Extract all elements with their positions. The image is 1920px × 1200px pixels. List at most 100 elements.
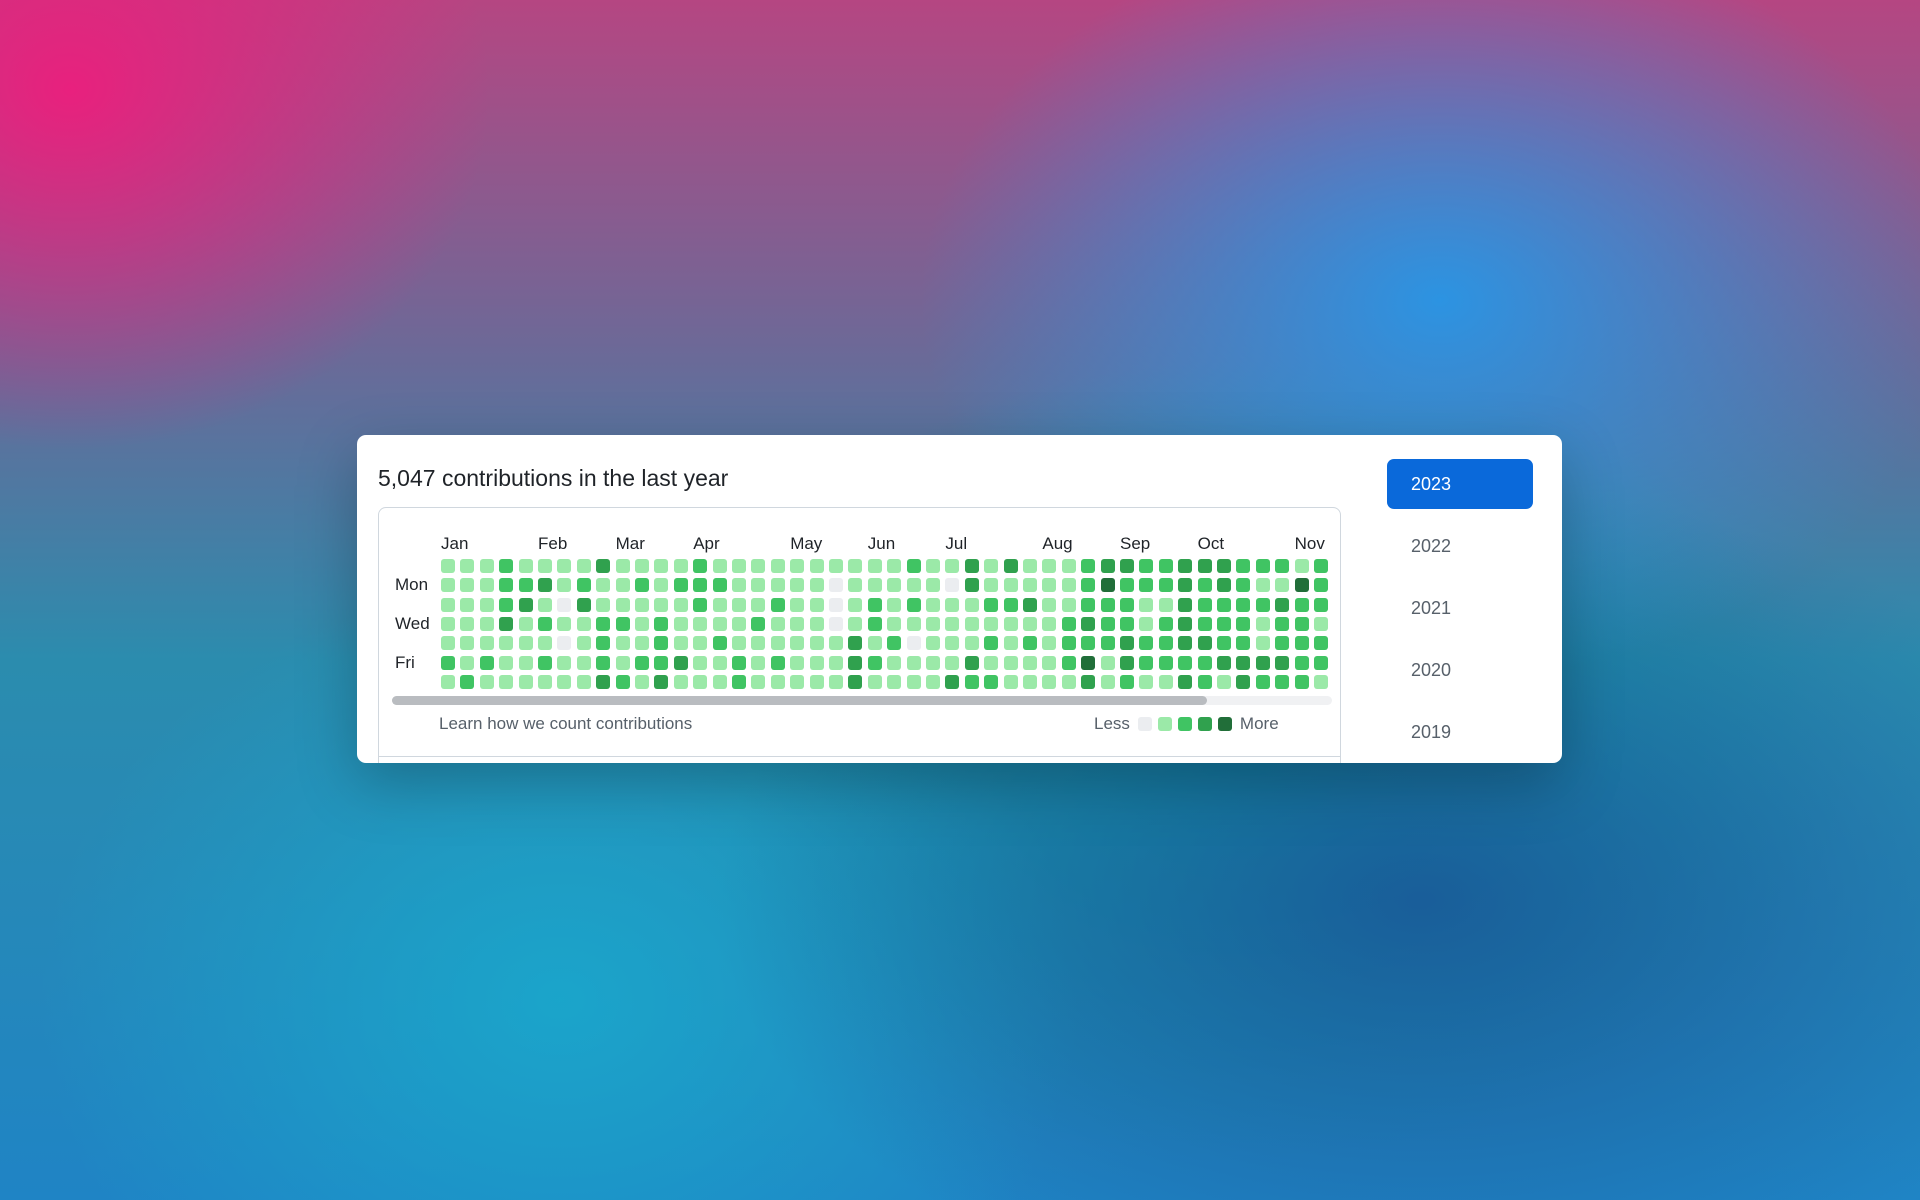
contribution-cell[interactable] — [1120, 674, 1134, 689]
contribution-cell[interactable] — [1061, 597, 1076, 612]
year-2021-button[interactable]: 2021 — [1387, 583, 1533, 633]
contribution-cell[interactable] — [1255, 559, 1270, 573]
contribution-cell[interactable] — [1023, 597, 1037, 612]
contribution-cell[interactable] — [1236, 636, 1251, 651]
contribution-cell[interactable] — [945, 655, 960, 670]
contribution-cell[interactable] — [635, 578, 649, 593]
contribution-cell[interactable] — [654, 597, 669, 612]
contribution-cell[interactable] — [693, 578, 708, 593]
contribution-cell[interactable] — [906, 597, 921, 612]
contribution-cell[interactable] — [673, 597, 688, 612]
contribution-cell[interactable] — [1061, 616, 1076, 631]
horizontal-scrollbar[interactable] — [392, 696, 1332, 705]
contribution-cell[interactable] — [1197, 616, 1212, 631]
contribution-cell[interactable] — [654, 655, 669, 670]
contribution-cell[interactable] — [848, 655, 863, 670]
contribution-cell[interactable] — [1042, 578, 1057, 593]
contribution-cell[interactable] — [926, 655, 940, 670]
contribution-cell[interactable] — [848, 636, 863, 651]
contribution-cell[interactable] — [1003, 597, 1018, 612]
contribution-cell[interactable] — [615, 636, 630, 651]
contribution-cell[interactable] — [926, 616, 940, 631]
contribution-cell[interactable] — [654, 636, 669, 651]
contribution-cell[interactable] — [1061, 655, 1076, 670]
contribution-cell[interactable] — [518, 578, 533, 593]
contribution-cell[interactable] — [615, 578, 630, 593]
contribution-cell[interactable] — [518, 616, 533, 631]
contribution-cell[interactable] — [790, 559, 805, 573]
year-2019-button[interactable]: 2019 — [1387, 707, 1533, 757]
contribution-cell[interactable] — [1275, 616, 1290, 631]
contribution-cell[interactable] — [1314, 655, 1328, 670]
contribution-cell[interactable] — [887, 597, 902, 612]
contribution-cell[interactable] — [1100, 597, 1115, 612]
contribution-cell[interactable] — [1042, 559, 1057, 573]
contribution-cell[interactable] — [770, 597, 785, 612]
year-2023-button[interactable]: 2023 — [1387, 459, 1533, 509]
contribution-cell[interactable] — [887, 674, 902, 689]
contribution-cell[interactable] — [1120, 578, 1134, 593]
contribution-cell[interactable] — [693, 616, 708, 631]
contribution-cell[interactable] — [809, 616, 824, 631]
contribution-cell[interactable] — [557, 674, 572, 689]
contribution-cell[interactable] — [460, 597, 475, 612]
contribution-cell[interactable] — [829, 597, 843, 612]
contribution-cell[interactable] — [1081, 597, 1096, 612]
contribution-cell[interactable] — [1081, 674, 1096, 689]
contribution-cell[interactable] — [615, 616, 630, 631]
contribution-cell[interactable] — [635, 616, 649, 631]
contribution-cell[interactable] — [576, 597, 591, 612]
contribution-cell[interactable] — [460, 559, 475, 573]
contribution-cell[interactable] — [1255, 578, 1270, 593]
contribution-cell[interactable] — [1158, 597, 1173, 612]
contribution-cell[interactable] — [1003, 578, 1018, 593]
contribution-cell[interactable] — [538, 616, 552, 631]
contribution-cell[interactable] — [1197, 655, 1212, 670]
contribution-cell[interactable] — [1314, 616, 1328, 631]
contribution-cell[interactable] — [1061, 578, 1076, 593]
contribution-cell[interactable] — [906, 616, 921, 631]
contribution-cell[interactable] — [712, 578, 727, 593]
contribution-cell[interactable] — [1197, 578, 1212, 593]
contribution-cell[interactable] — [596, 674, 611, 689]
contribution-cell[interactable] — [984, 616, 999, 631]
contribution-cell[interactable] — [1178, 616, 1193, 631]
contribution-cell[interactable] — [887, 578, 902, 593]
contribution-cell[interactable] — [1042, 636, 1057, 651]
contribution-cell[interactable] — [848, 559, 863, 573]
contribution-cell[interactable] — [1139, 559, 1154, 573]
contribution-cell[interactable] — [1042, 674, 1057, 689]
contribution-cell[interactable] — [809, 674, 824, 689]
contribution-cell[interactable] — [829, 674, 843, 689]
contribution-cell[interactable] — [1081, 559, 1096, 573]
contribution-cell[interactable] — [654, 674, 669, 689]
contribution-cell[interactable] — [945, 636, 960, 651]
contribution-cell[interactable] — [1139, 636, 1154, 651]
contribution-cell[interactable] — [887, 616, 902, 631]
contribution-cell[interactable] — [770, 559, 785, 573]
contribution-cell[interactable] — [984, 674, 999, 689]
contribution-cell[interactable] — [887, 636, 902, 651]
contribution-cell[interactable] — [1275, 636, 1290, 651]
contribution-cell[interactable] — [460, 674, 475, 689]
contribution-cell[interactable] — [1217, 616, 1231, 631]
contribution-cell[interactable] — [1003, 616, 1018, 631]
contribution-cell[interactable] — [576, 578, 591, 593]
contribution-cell[interactable] — [654, 559, 669, 573]
contribution-cell[interactable] — [1314, 597, 1328, 612]
contribution-cell[interactable] — [1023, 616, 1037, 631]
contribution-cell[interactable] — [1197, 674, 1212, 689]
contribution-cell[interactable] — [984, 636, 999, 651]
contribution-cell[interactable] — [790, 616, 805, 631]
contribution-cell[interactable] — [479, 578, 494, 593]
contribution-cell[interactable] — [1314, 636, 1328, 651]
contribution-cell[interactable] — [499, 559, 514, 573]
contribution-cell[interactable] — [499, 655, 514, 670]
contribution-cell[interactable] — [693, 655, 708, 670]
contribution-cell[interactable] — [906, 655, 921, 670]
contribution-cell[interactable] — [887, 655, 902, 670]
contribution-cell[interactable] — [926, 578, 940, 593]
contribution-cell[interactable] — [1081, 616, 1096, 631]
contribution-cell[interactable] — [964, 616, 979, 631]
contribution-cell[interactable] — [867, 578, 882, 593]
